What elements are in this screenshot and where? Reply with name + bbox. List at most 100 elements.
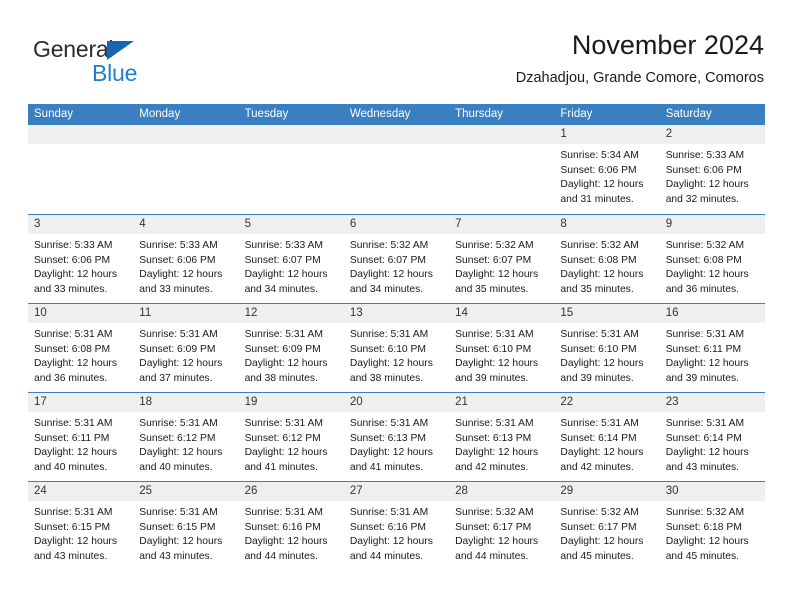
day-detail-line: Sunrise: 5:32 AM	[455, 240, 534, 251]
day-cell[interactable]: 11 Sunrise: 5:31 AM Sunset: 6:09 PM Dayligh…	[133, 304, 239, 392]
day-detail-line: Sunrise: 5:32 AM	[455, 507, 534, 518]
calendar-page: General Blue November 2024 Dzahadjou, Gr…	[0, 0, 792, 612]
weekday-header-friday: Friday	[560, 108, 593, 120]
day-cell[interactable]: 10 Sunrise: 5:31 AM Sunset: 6:08 PM Dayligh…	[28, 304, 134, 392]
day-detail-line: and 45 minutes.	[665, 550, 739, 562]
day-cell[interactable]: 30 Sunrise: 5:32 AM Sunset: 6:18 PM Dayligh…	[659, 482, 765, 570]
day-detail-line: Sunrise: 5:31 AM	[665, 418, 745, 429]
day-cell[interactable]: 27 Sunrise: 5:31 AM Sunset: 6:16 PM Dayligh…	[343, 482, 450, 570]
day-details	[449, 144, 554, 149]
day-detail-line: Sunrise: 5:31 AM	[244, 329, 323, 340]
day-number-band: 9	[659, 215, 765, 234]
day-detail-line: and 37 minutes.	[139, 372, 213, 384]
day-detail-line: Sunset: 6:10 PM	[455, 343, 532, 355]
day-detail-line: and 45 minutes.	[560, 550, 634, 562]
calendar-week-row: 10 Sunrise: 5:31 AM Sunset: 6:08 PM Dayligh…	[28, 303, 765, 392]
page-header: General Blue November 2024 Dzahadjou, Gr…	[28, 28, 764, 96]
day-cell[interactable]: 2 Sunrise: 5:33 AM Sunset: 6:06 PM Daylight…	[659, 125, 765, 214]
day-details: Sunrise: 5:31 AM Sunset: 6:15 PM Daylight:…	[28, 501, 133, 564]
day-detail-line: Sunrise: 5:31 AM	[34, 507, 113, 518]
day-detail-line: and 41 minutes.	[244, 461, 318, 473]
calendar-week-row: 3 Sunrise: 5:33 AM Sunset: 6:06 PM Daylight…	[28, 214, 765, 303]
day-number-band: 21	[449, 393, 555, 412]
day-cell[interactable]: 14 Sunrise: 5:31 AM Sunset: 6:10 PM Dayligh…	[449, 304, 555, 392]
day-details: Sunrise: 5:31 AM Sunset: 6:09 PM Daylight:…	[239, 323, 344, 386]
day-detail-line: and 40 minutes.	[34, 461, 108, 473]
day-number-band: 8	[554, 215, 660, 234]
day-detail-line: Sunset: 6:17 PM	[455, 521, 532, 533]
day-detail-line: Sunrise: 5:31 AM	[34, 418, 113, 429]
day-detail-line: Sunrise: 5:33 AM	[665, 150, 745, 161]
day-cell[interactable]: 3 Sunrise: 5:33 AM Sunset: 6:06 PM Daylight…	[28, 215, 134, 303]
day-number-band: 13	[343, 304, 450, 323]
day-number-band	[343, 125, 450, 144]
day-cell[interactable]: 17 Sunrise: 5:31 AM Sunset: 6:11 PM Dayligh…	[28, 393, 134, 481]
day-detail-line: Daylight: 12 hours	[34, 447, 117, 459]
day-number: 12	[244, 307, 258, 319]
day-cell[interactable]: 21 Sunrise: 5:31 AM Sunset: 6:13 PM Dayligh…	[449, 393, 555, 481]
day-detail-line: Daylight: 12 hours	[349, 269, 433, 281]
day-cell[interactable]: 12 Sunrise: 5:31 AM Sunset: 6:09 PM Dayligh…	[238, 304, 344, 392]
day-cell[interactable]: 28 Sunrise: 5:32 AM Sunset: 6:17 PM Dayligh…	[449, 482, 555, 570]
day-number: 11	[139, 307, 152, 319]
day-cell[interactable]: 19 Sunrise: 5:31 AM Sunset: 6:12 PM Dayligh…	[238, 393, 344, 481]
calendar-week-row: 24 Sunrise: 5:31 AM Sunset: 6:15 PM Dayligh…	[28, 481, 765, 570]
day-cell[interactable]: 15 Sunrise: 5:31 AM Sunset: 6:10 PM Dayligh…	[554, 304, 660, 392]
day-detail-line: Sunrise: 5:32 AM	[349, 240, 429, 251]
day-detail-line: Daylight: 12 hours	[455, 269, 539, 281]
day-detail-line: Sunset: 6:16 PM	[244, 521, 321, 533]
day-details	[28, 144, 133, 149]
day-cell[interactable]: 20 Sunrise: 5:31 AM Sunset: 6:13 PM Dayligh…	[343, 393, 450, 481]
day-details: Sunrise: 5:31 AM Sunset: 6:10 PM Daylight:…	[344, 323, 449, 386]
day-detail-line: Daylight: 12 hours	[139, 447, 223, 459]
day-detail-line: Sunset: 6:06 PM	[139, 254, 216, 266]
day-cell[interactable]: 18 Sunrise: 5:31 AM Sunset: 6:12 PM Dayligh…	[133, 393, 239, 481]
day-cell[interactable]: 7 Sunrise: 5:32 AM Sunset: 6:07 PM Daylight…	[449, 215, 555, 303]
day-details: Sunrise: 5:32 AM Sunset: 6:17 PM Daylight:…	[554, 501, 659, 564]
day-details: Sunrise: 5:31 AM Sunset: 6:10 PM Daylight:…	[449, 323, 554, 386]
day-cell[interactable]: 5 Sunrise: 5:33 AM Sunset: 6:07 PM Daylight…	[238, 215, 344, 303]
day-cell[interactable]: 4 Sunrise: 5:33 AM Sunset: 6:06 PM Daylight…	[133, 215, 239, 303]
day-cell[interactable]: 24 Sunrise: 5:31 AM Sunset: 6:15 PM Dayligh…	[28, 482, 134, 570]
day-cell[interactable]: 6 Sunrise: 5:32 AM Sunset: 6:07 PM Daylight…	[343, 215, 450, 303]
day-cell-empty	[449, 125, 555, 214]
weekday-header-saturday: Saturday	[665, 108, 712, 120]
day-number: 16	[665, 307, 679, 319]
day-number-band: 6	[343, 215, 450, 234]
day-cell[interactable]: 16 Sunrise: 5:31 AM Sunset: 6:11 PM Dayligh…	[659, 304, 765, 392]
day-detail-line: Sunset: 6:07 PM	[455, 254, 532, 266]
weekday-header-wednesday: Wednesday	[349, 108, 411, 120]
day-detail-line: Sunrise: 5:33 AM	[244, 240, 323, 251]
day-number: 20	[349, 396, 363, 408]
day-cell[interactable]: 26 Sunrise: 5:31 AM Sunset: 6:16 PM Dayligh…	[238, 482, 344, 570]
day-detail-line: Sunrise: 5:33 AM	[34, 240, 113, 251]
day-cell-empty	[238, 125, 344, 214]
day-detail-line: and 39 minutes.	[560, 372, 634, 384]
day-number: 14	[455, 307, 468, 319]
day-number: 7	[455, 218, 462, 230]
day-detail-line: and 38 minutes.	[244, 372, 318, 384]
day-number: 22	[560, 396, 574, 408]
day-number: 10	[34, 307, 47, 319]
day-detail-line: and 34 minutes.	[244, 283, 318, 295]
day-detail-line: Daylight: 12 hours	[244, 536, 328, 548]
day-number: 30	[665, 485, 679, 497]
day-number: 9	[665, 218, 673, 230]
day-cell[interactable]: 23 Sunrise: 5:31 AM Sunset: 6:14 PM Dayligh…	[659, 393, 765, 481]
day-cell[interactable]: 1 Sunrise: 5:34 AM Sunset: 6:06 PM Daylight…	[554, 125, 660, 214]
day-detail-line: Sunset: 6:08 PM	[34, 343, 111, 355]
title-block: November 2024 Dzahadjou, Grande Comore, …	[516, 28, 764, 89]
day-number: 5	[244, 218, 251, 230]
day-cell[interactable]: 29 Sunrise: 5:32 AM Sunset: 6:17 PM Dayligh…	[554, 482, 660, 570]
day-cell[interactable]: 22 Sunrise: 5:31 AM Sunset: 6:14 PM Dayligh…	[554, 393, 660, 481]
day-cell[interactable]: 13 Sunrise: 5:31 AM Sunset: 6:10 PM Dayligh…	[343, 304, 450, 392]
day-number-band: 29	[554, 482, 660, 501]
day-cell[interactable]: 25 Sunrise: 5:31 AM Sunset: 6:15 PM Dayligh…	[133, 482, 239, 570]
day-detail-line: and 43 minutes.	[139, 550, 213, 562]
day-cell[interactable]: 8 Sunrise: 5:32 AM Sunset: 6:08 PM Daylight…	[554, 215, 660, 303]
day-number: 29	[560, 485, 574, 497]
day-detail-line: Sunrise: 5:31 AM	[139, 507, 218, 518]
day-detail-line: Daylight: 12 hours	[665, 536, 749, 548]
day-details: Sunrise: 5:31 AM Sunset: 6:14 PM Daylight:…	[554, 412, 659, 475]
day-cell[interactable]: 9 Sunrise: 5:32 AM Sunset: 6:08 PM Daylight…	[659, 215, 765, 303]
